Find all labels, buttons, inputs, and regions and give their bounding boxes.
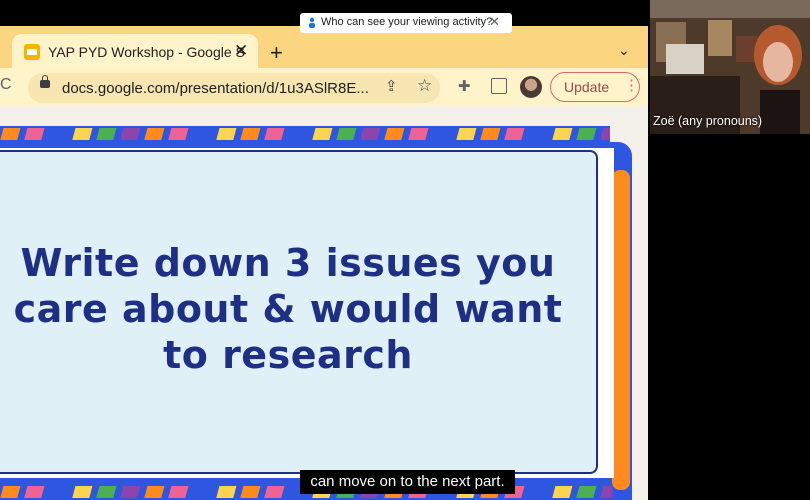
stripe-block: [120, 486, 141, 498]
stripe-block: [528, 128, 549, 140]
headline-line-2: care about & would want: [13, 287, 563, 331]
stripe-block: [144, 128, 165, 140]
stripe-block: [312, 128, 333, 140]
stripe-block: [120, 128, 141, 140]
stripe-block: [144, 486, 165, 498]
stripe-block: [24, 128, 45, 140]
close-banner-icon[interactable]: ✕: [489, 14, 500, 30]
stripe-block: [48, 128, 69, 140]
stripe-block: [528, 486, 549, 498]
share-icon[interactable]: ⇪: [385, 77, 398, 95]
viewing-activity-banner[interactable]: Who can see your viewing activity? ✕: [300, 13, 512, 33]
viewers-icon: [309, 17, 315, 28]
update-button[interactable]: Update ⋮: [550, 72, 640, 102]
stripe-block: [504, 128, 525, 140]
stripe-block: [264, 128, 285, 140]
stripe-block: [0, 486, 21, 498]
stripe-block: [72, 486, 93, 498]
tab-title: YAP PYD Workshop - Google S: [48, 44, 245, 60]
stripe-block: [0, 128, 21, 140]
stripe-block: [168, 128, 189, 140]
top-stripe-border: [0, 126, 610, 142]
extensions-icon[interactable]: ✚: [458, 77, 471, 95]
bookmark-star-icon[interactable]: ☆: [417, 76, 432, 96]
stripe-block: [192, 128, 213, 140]
stripe-block: [288, 128, 309, 140]
stripe-block: [408, 128, 429, 140]
headline-line-1: Write down 3 issues you: [20, 241, 556, 285]
stripe-block: [216, 128, 237, 140]
stripe-block: [264, 486, 285, 498]
close-tab-icon[interactable]: ✕: [234, 41, 248, 61]
stripe-block: [240, 128, 261, 140]
stripe-block: [576, 486, 597, 498]
stripe-block: [552, 128, 573, 140]
update-label: Update: [564, 79, 610, 95]
reload-icon[interactable]: C: [0, 76, 12, 94]
profile-avatar[interactable]: [520, 76, 542, 98]
stripe-block: [552, 486, 573, 498]
stripe-block: [336, 128, 357, 140]
stripe-block: [384, 128, 405, 140]
lock-icon[interactable]: [40, 75, 50, 88]
stripe-block: [480, 128, 501, 140]
slides-favicon-icon: [24, 44, 40, 60]
stripe-block: [168, 486, 189, 498]
stripe-block: [216, 486, 237, 498]
live-caption: can move on to the next part.: [300, 470, 515, 494]
stripe-block: [96, 486, 117, 498]
stripe-block: [456, 128, 477, 140]
more-menu-icon[interactable]: ⋮: [624, 76, 639, 94]
stripe-block: [240, 486, 261, 498]
stripe-block: [72, 128, 93, 140]
new-tab-button[interactable]: +: [270, 40, 283, 66]
stripe-block: [360, 128, 381, 140]
slide-orange-edge: [612, 170, 630, 490]
participant-name: Zoë (any pronouns): [653, 114, 763, 128]
stripe-block: [432, 128, 453, 140]
stripe-block: [24, 486, 45, 498]
browser-tab[interactable]: YAP PYD Workshop - Google S ✕: [12, 34, 258, 70]
banner-text: Who can see your viewing activity?: [321, 16, 493, 28]
stripe-block: [48, 486, 69, 498]
headline-line-3: to research: [163, 333, 413, 377]
slide-headline: Write down 3 issues you care about & wou…: [0, 240, 586, 378]
stripe-block: [576, 128, 597, 140]
url-text[interactable]: docs.google.com/presentation/d/1u3ASlR8E…: [62, 80, 369, 97]
stripe-block: [96, 128, 117, 140]
tab-search-chevron-icon[interactable]: ⌄: [618, 42, 630, 59]
stripe-block: [192, 486, 213, 498]
side-panel-icon[interactable]: [491, 78, 507, 94]
